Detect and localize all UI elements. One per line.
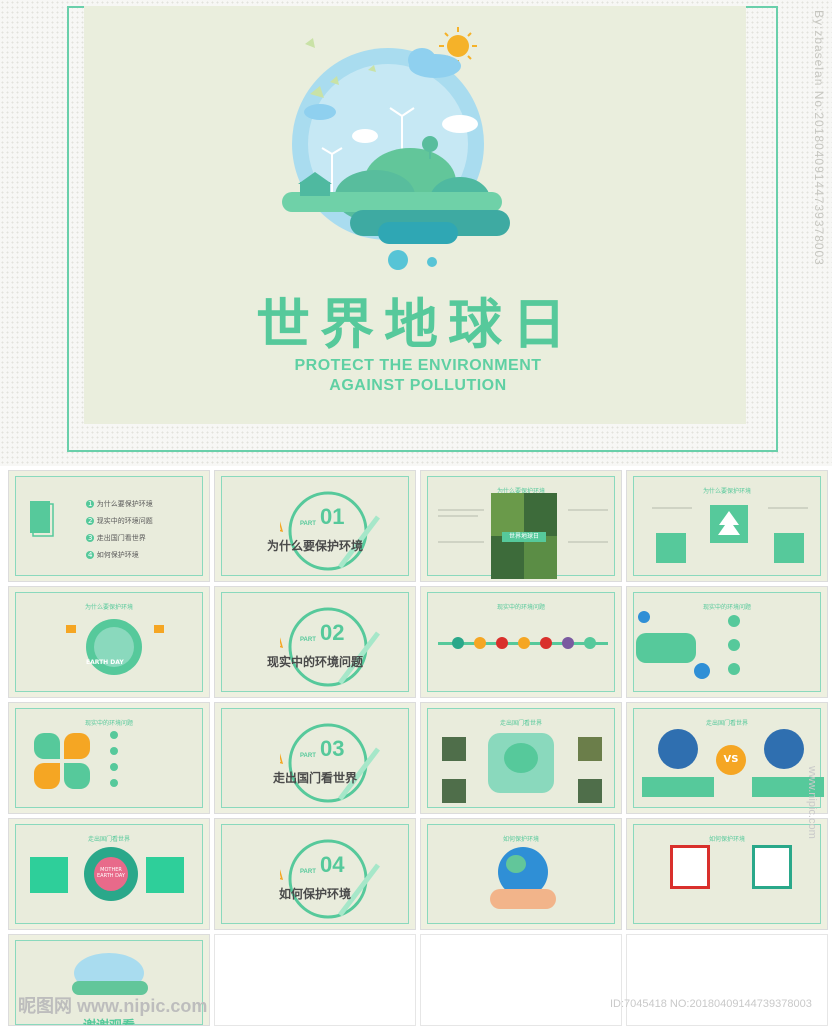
side-watermark: By:zbaselan No:20180409144739378003 bbox=[812, 10, 826, 266]
part-number: 04 bbox=[320, 852, 345, 877]
slide-thumb-13[interactable]: 走出国门看世界 MOTHER EARTH DAY bbox=[8, 818, 210, 930]
slide-thumb-12[interactable]: 走出国门看世界 VS bbox=[626, 702, 828, 814]
mother-earth-badge: MOTHER EARTH DAY bbox=[97, 867, 125, 879]
part-title: 现实中的环境问题 bbox=[266, 655, 363, 669]
toc-item: 为什么要保护环境 bbox=[96, 500, 153, 508]
slide-heading: 为什么要保护环境 bbox=[84, 604, 133, 611]
toc-num: 3 bbox=[86, 534, 95, 542]
part-circle-icon bbox=[280, 607, 380, 687]
slide-heading: 走出国门看世界 bbox=[499, 720, 542, 727]
non-recyclable-icon bbox=[670, 845, 710, 889]
slide-thumb-8[interactable]: 现实中的环境问题 bbox=[626, 586, 828, 698]
slide-thumb-3[interactable]: 为什么要保护环境 世界地球日 bbox=[420, 470, 622, 582]
factory-icon bbox=[764, 729, 804, 769]
toc-num: 2 bbox=[86, 517, 95, 525]
toc-icon bbox=[30, 501, 54, 537]
earth-globe-icon bbox=[86, 619, 142, 675]
weather-icon bbox=[774, 533, 804, 563]
part-label: PART bbox=[300, 521, 316, 527]
slide-heading: 如何保护环境 bbox=[708, 836, 745, 843]
toc-item: 如何保护环境 bbox=[96, 551, 139, 559]
toc-num: 4 bbox=[86, 551, 95, 559]
toc-item: 走出国门看世界 bbox=[96, 534, 146, 542]
slide-thumb-4[interactable]: 为什么要保护环境 bbox=[626, 470, 828, 582]
slide-thumb-11[interactable]: 走出国门看世界 bbox=[420, 702, 622, 814]
hero-slide: 世界地球日 PROTECT THE ENVIRONMENT AGAINST PO… bbox=[0, 0, 832, 466]
hero-title: 世界地球日 bbox=[256, 293, 576, 356]
slide-thumbnail-grid: 1 为什么要保护环境 2 现实中的环境问题 3 走出国门看世界 4 如何保护环境… bbox=[0, 466, 832, 1026]
slide-thumb-16[interactable]: 如何保护环境 bbox=[626, 818, 828, 930]
slide-thumb-5[interactable]: 为什么要保护环境 EARTH DAY bbox=[8, 586, 210, 698]
slide-thumb-14[interactable]: PART 04 如何保护环境 bbox=[214, 818, 416, 930]
part-label: PART bbox=[300, 869, 316, 875]
part-title: 为什么要保护环境 bbox=[266, 539, 363, 553]
slide-heading: 走出国门看世界 bbox=[705, 720, 748, 727]
tree-icon bbox=[710, 505, 748, 543]
slide-heading: 走出国门看世界 bbox=[87, 836, 130, 843]
center-label: 世界地球日 bbox=[502, 532, 546, 542]
recyclable-icon bbox=[752, 845, 792, 889]
wind-turbine-icon bbox=[658, 729, 698, 769]
part-label: PART bbox=[300, 637, 316, 643]
slide-thumb-9[interactable]: 现实中的环境问题 bbox=[8, 702, 210, 814]
earth-illustration bbox=[282, 27, 510, 270]
part-circle-icon bbox=[280, 723, 380, 803]
part-circle-icon bbox=[280, 839, 380, 919]
slide-heading: 为什么要保护环境 bbox=[702, 488, 751, 495]
slide-thumb-10[interactable]: PART 03 走出国门看世界 bbox=[214, 702, 416, 814]
hands-icon bbox=[490, 889, 556, 909]
slide-thumb-7[interactable]: 现实中的环境问题 bbox=[420, 586, 622, 698]
hero-subtitle-line2: AGAINST POLLUTION bbox=[329, 377, 507, 394]
part-number: 01 bbox=[320, 504, 345, 529]
vs-badge: VS bbox=[716, 745, 746, 775]
side-nipic-watermark: www.nipic.com bbox=[806, 766, 818, 839]
earth-day-badge: EARTH DAY bbox=[86, 659, 124, 666]
sprout-icon bbox=[656, 533, 686, 563]
slide-heading: 现实中的环境问题 bbox=[702, 604, 751, 611]
toc-item: 现实中的环境问题 bbox=[96, 517, 153, 525]
part-title: 如何保护环境 bbox=[278, 887, 351, 901]
slide-thumb-1[interactable]: 1 为什么要保护环境 2 现实中的环境问题 3 走出国门看世界 4 如何保护环境 bbox=[8, 470, 210, 582]
footer-watermark-right: ID:7045418 NO:20180409144739378003 bbox=[610, 998, 812, 1010]
slide-thumb-6[interactable]: PART 02 现实中的环境问题 bbox=[214, 586, 416, 698]
part-label: PART bbox=[300, 753, 316, 759]
part-circle-icon bbox=[280, 491, 380, 571]
slide-heading: 如何保护环境 bbox=[502, 836, 539, 843]
part-title: 走出国门看世界 bbox=[272, 771, 357, 785]
slide-heading: 现实中的环境问题 bbox=[84, 720, 133, 727]
empty-cell bbox=[626, 934, 828, 1026]
slide-thumb-15[interactable]: 如何保护环境 bbox=[420, 818, 622, 930]
toc-num: 1 bbox=[86, 500, 95, 508]
part-number: 03 bbox=[320, 736, 345, 761]
empty-cell bbox=[214, 934, 416, 1026]
empty-cell bbox=[420, 934, 622, 1026]
slide-thumb-2[interactable]: PART 01 为什么要保护环境 bbox=[214, 470, 416, 582]
hero-subtitle-line1: PROTECT THE ENVIRONMENT bbox=[294, 357, 542, 374]
part-number: 02 bbox=[320, 620, 345, 645]
slide-heading: 现实中的环境问题 bbox=[496, 604, 545, 611]
footer-watermark-left: 昵图网 www.nipic.com bbox=[18, 996, 208, 1016]
